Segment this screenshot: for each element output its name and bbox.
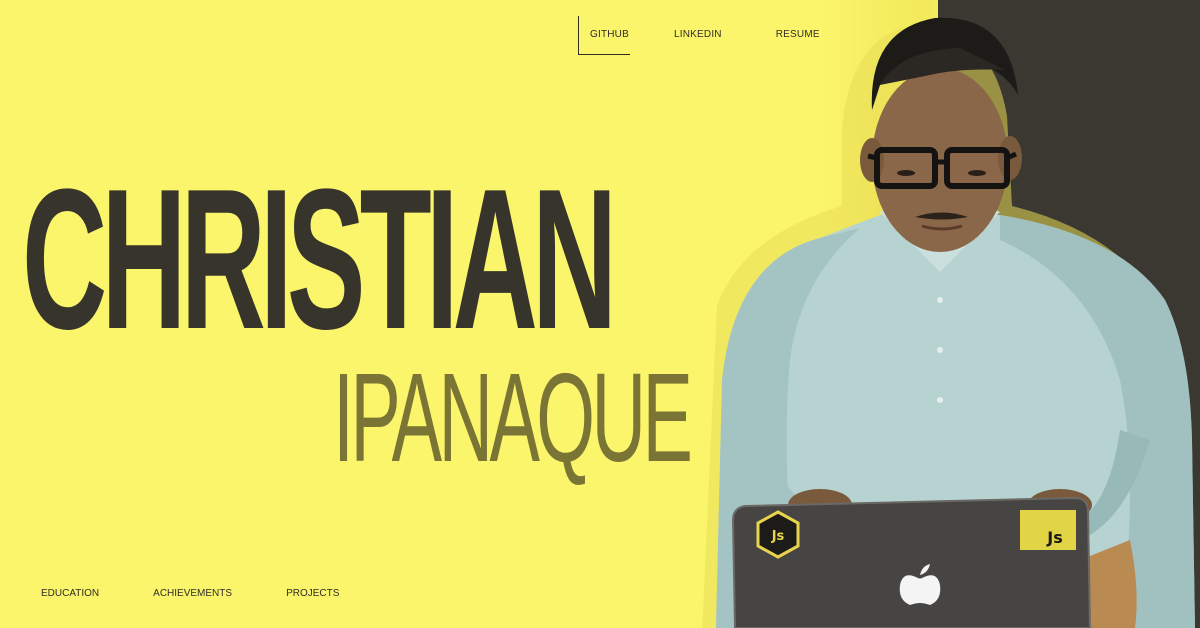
hero-first-name: CHRISTIAN bbox=[22, 148, 617, 371]
top-nav: GITHUB LINKEDIN RESUME bbox=[578, 15, 820, 55]
portrait-photo: Js Js bbox=[702, 17, 1195, 628]
js-hexagon-sticker: Js bbox=[756, 510, 800, 559]
hero-last-name: IPANAQUE bbox=[333, 347, 693, 488]
nav-link-education[interactable]: EDUCATION bbox=[41, 584, 99, 604]
nav-link-linkedin[interactable]: LINKEDIN bbox=[674, 16, 722, 54]
bottom-nav: EDUCATION ACHIEVEMENTS PROJECTS bbox=[41, 584, 339, 604]
page: CHRISTIAN IPANAQUE Js Js GITHUB LINKEDIN… bbox=[0, 0, 1200, 628]
svg-text:Js: Js bbox=[1046, 528, 1062, 547]
svg-text:Js: Js bbox=[771, 529, 785, 544]
js-square-sticker: Js bbox=[1020, 510, 1076, 550]
nav-link-github[interactable]: GITHUB bbox=[578, 15, 630, 55]
nav-link-achievements[interactable]: ACHIEVEMENTS bbox=[153, 584, 232, 604]
nav-link-projects[interactable]: PROJECTS bbox=[286, 584, 339, 604]
nav-link-resume[interactable]: RESUME bbox=[776, 16, 820, 54]
